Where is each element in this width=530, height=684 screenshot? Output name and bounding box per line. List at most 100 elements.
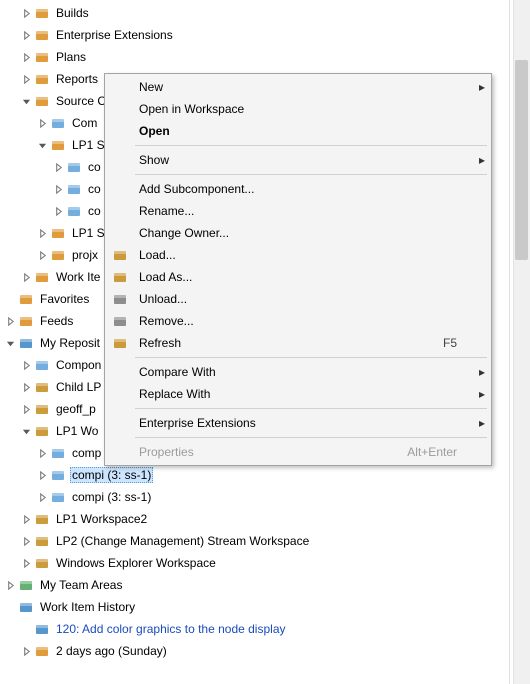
expand-closed-icon[interactable] [4,579,16,591]
tree-item-label: Builds [54,6,91,20]
tree-item[interactable]: Work Item History [0,596,509,618]
tree-item-label: geoff_p [54,402,98,416]
tree-item[interactable]: Windows Explorer Workspace [0,552,509,574]
reports-icon [34,71,50,87]
menu-item[interactable]: Remove... [107,310,489,332]
menu-item[interactable]: Change Owner... [107,222,489,244]
expand-open-icon[interactable] [4,337,16,349]
menu-item-label: Remove... [133,314,457,328]
expand-closed-icon[interactable] [20,271,32,283]
expand-closed-icon[interactable] [20,359,32,371]
ws-icon [34,555,50,571]
expand-closed-icon[interactable] [20,535,32,547]
stream-icon [50,137,66,153]
menu-item[interactable]: Open in Workspace [107,98,489,120]
menu-item[interactable]: RefreshF5 [107,332,489,354]
expand-closed-icon[interactable] [36,249,48,261]
menu-item[interactable]: Load... [107,244,489,266]
expand-closed-icon[interactable] [36,469,48,481]
menu-item-label: Open in Workspace [133,102,457,116]
tree-item-label: My Team Areas [38,578,124,592]
expand-closed-icon[interactable] [52,183,64,195]
menu-separator [135,357,487,358]
expand-open-icon[interactable] [20,95,32,107]
tree-item[interactable]: 2 days ago (Sunday) [0,640,509,662]
expand-closed-icon[interactable] [52,205,64,217]
tree-item-label: Compon [54,358,103,372]
tree-item-label: Source C [54,94,108,108]
menu-item[interactable]: Rename... [107,200,489,222]
tree-item[interactable]: LP1 Workspace2 [0,508,509,530]
workitems-icon [34,269,50,285]
expand-closed-icon[interactable] [20,645,32,657]
favorites-icon [18,291,34,307]
menu-item[interactable]: Load As... [107,266,489,288]
expand-closed-icon[interactable] [20,381,32,393]
expand-closed-icon[interactable] [36,491,48,503]
comp-icon [66,159,82,175]
submenu-arrow-icon: ▸ [475,80,489,94]
ws-icon [34,533,50,549]
expand-closed-icon[interactable] [20,29,32,41]
tree-item-label: Com [70,116,99,130]
menu-item[interactable]: Add Subcomponent... [107,178,489,200]
tree-item-label: co [86,204,103,218]
menu-item-label: New [133,80,457,94]
ws-icon [34,423,50,439]
team-icon [18,577,34,593]
expand-closed-icon[interactable] [4,315,16,327]
expand-closed-icon[interactable] [36,447,48,459]
menu-item[interactable]: Enterprise Extensions▸ [107,412,489,434]
menu-separator [135,145,487,146]
tree-item-label: projx [70,248,100,262]
menu-item[interactable]: Compare With▸ [107,361,489,383]
scrollbar-track[interactable] [513,0,530,684]
refresh-icon [107,336,133,350]
menu-item[interactable]: Show▸ [107,149,489,171]
feeds-icon [18,313,34,329]
ws-icon [34,511,50,527]
tree-item[interactable]: compi (3: ss-1) [0,486,509,508]
ws-icon [34,401,50,417]
expand-open-icon[interactable] [36,139,48,151]
source-icon [34,93,50,109]
expand-closed-icon[interactable] [20,513,32,525]
expand-closed-icon[interactable] [36,117,48,129]
tree-item[interactable]: Enterprise Extensions [0,24,509,46]
menu-item[interactable]: Unload... [107,288,489,310]
tree-item-label: Work Item History [38,600,137,614]
menu-item: PropertiesAlt+Enter [107,441,489,463]
expand-closed-icon[interactable] [20,557,32,569]
tree-item[interactable]: LP2 (Change Management) Stream Workspace [0,530,509,552]
tree-item[interactable]: My Team Areas [0,574,509,596]
tree-item-label: Favorites [38,292,91,306]
expand-closed-icon[interactable] [52,161,64,173]
menu-item[interactable]: New ▸ [107,76,489,98]
tree-item-label: Windows Explorer Workspace [54,556,218,570]
wi-icon [34,621,50,637]
tree-item-label: Plans [54,50,88,64]
expand-closed-icon[interactable] [20,73,32,85]
tree-item[interactable]: 120: Add color graphics to the node disp… [0,618,509,640]
submenu-arrow-icon: ▸ [475,153,489,167]
menu-item[interactable]: Open [107,120,489,142]
tree-item[interactable]: compi (3: ss-1) [0,464,509,486]
scrollbar-thumb[interactable] [515,60,528,260]
tree-item-label: Feeds [38,314,75,328]
tree-item-label: Reports [54,72,100,86]
expand-closed-icon[interactable] [36,227,48,239]
menu-item-label: Compare With [133,365,457,379]
menu-item-label: Enterprise Extensions [133,416,457,430]
comp-icon [34,357,50,373]
expand-open-icon[interactable] [20,425,32,437]
tree-item[interactable]: Plans [0,46,509,68]
expand-closed-icon[interactable] [20,7,32,19]
menu-item[interactable]: Replace With▸ [107,383,489,405]
menu-item-label: Load... [133,248,457,262]
comp-icon [50,115,66,131]
expand-closed-icon[interactable] [20,403,32,415]
tree-item[interactable]: Builds [0,2,509,24]
menu-item-label: Add Subcomponent... [133,182,457,196]
expand-closed-icon[interactable] [20,51,32,63]
menu-item-label: Change Owner... [133,226,457,240]
